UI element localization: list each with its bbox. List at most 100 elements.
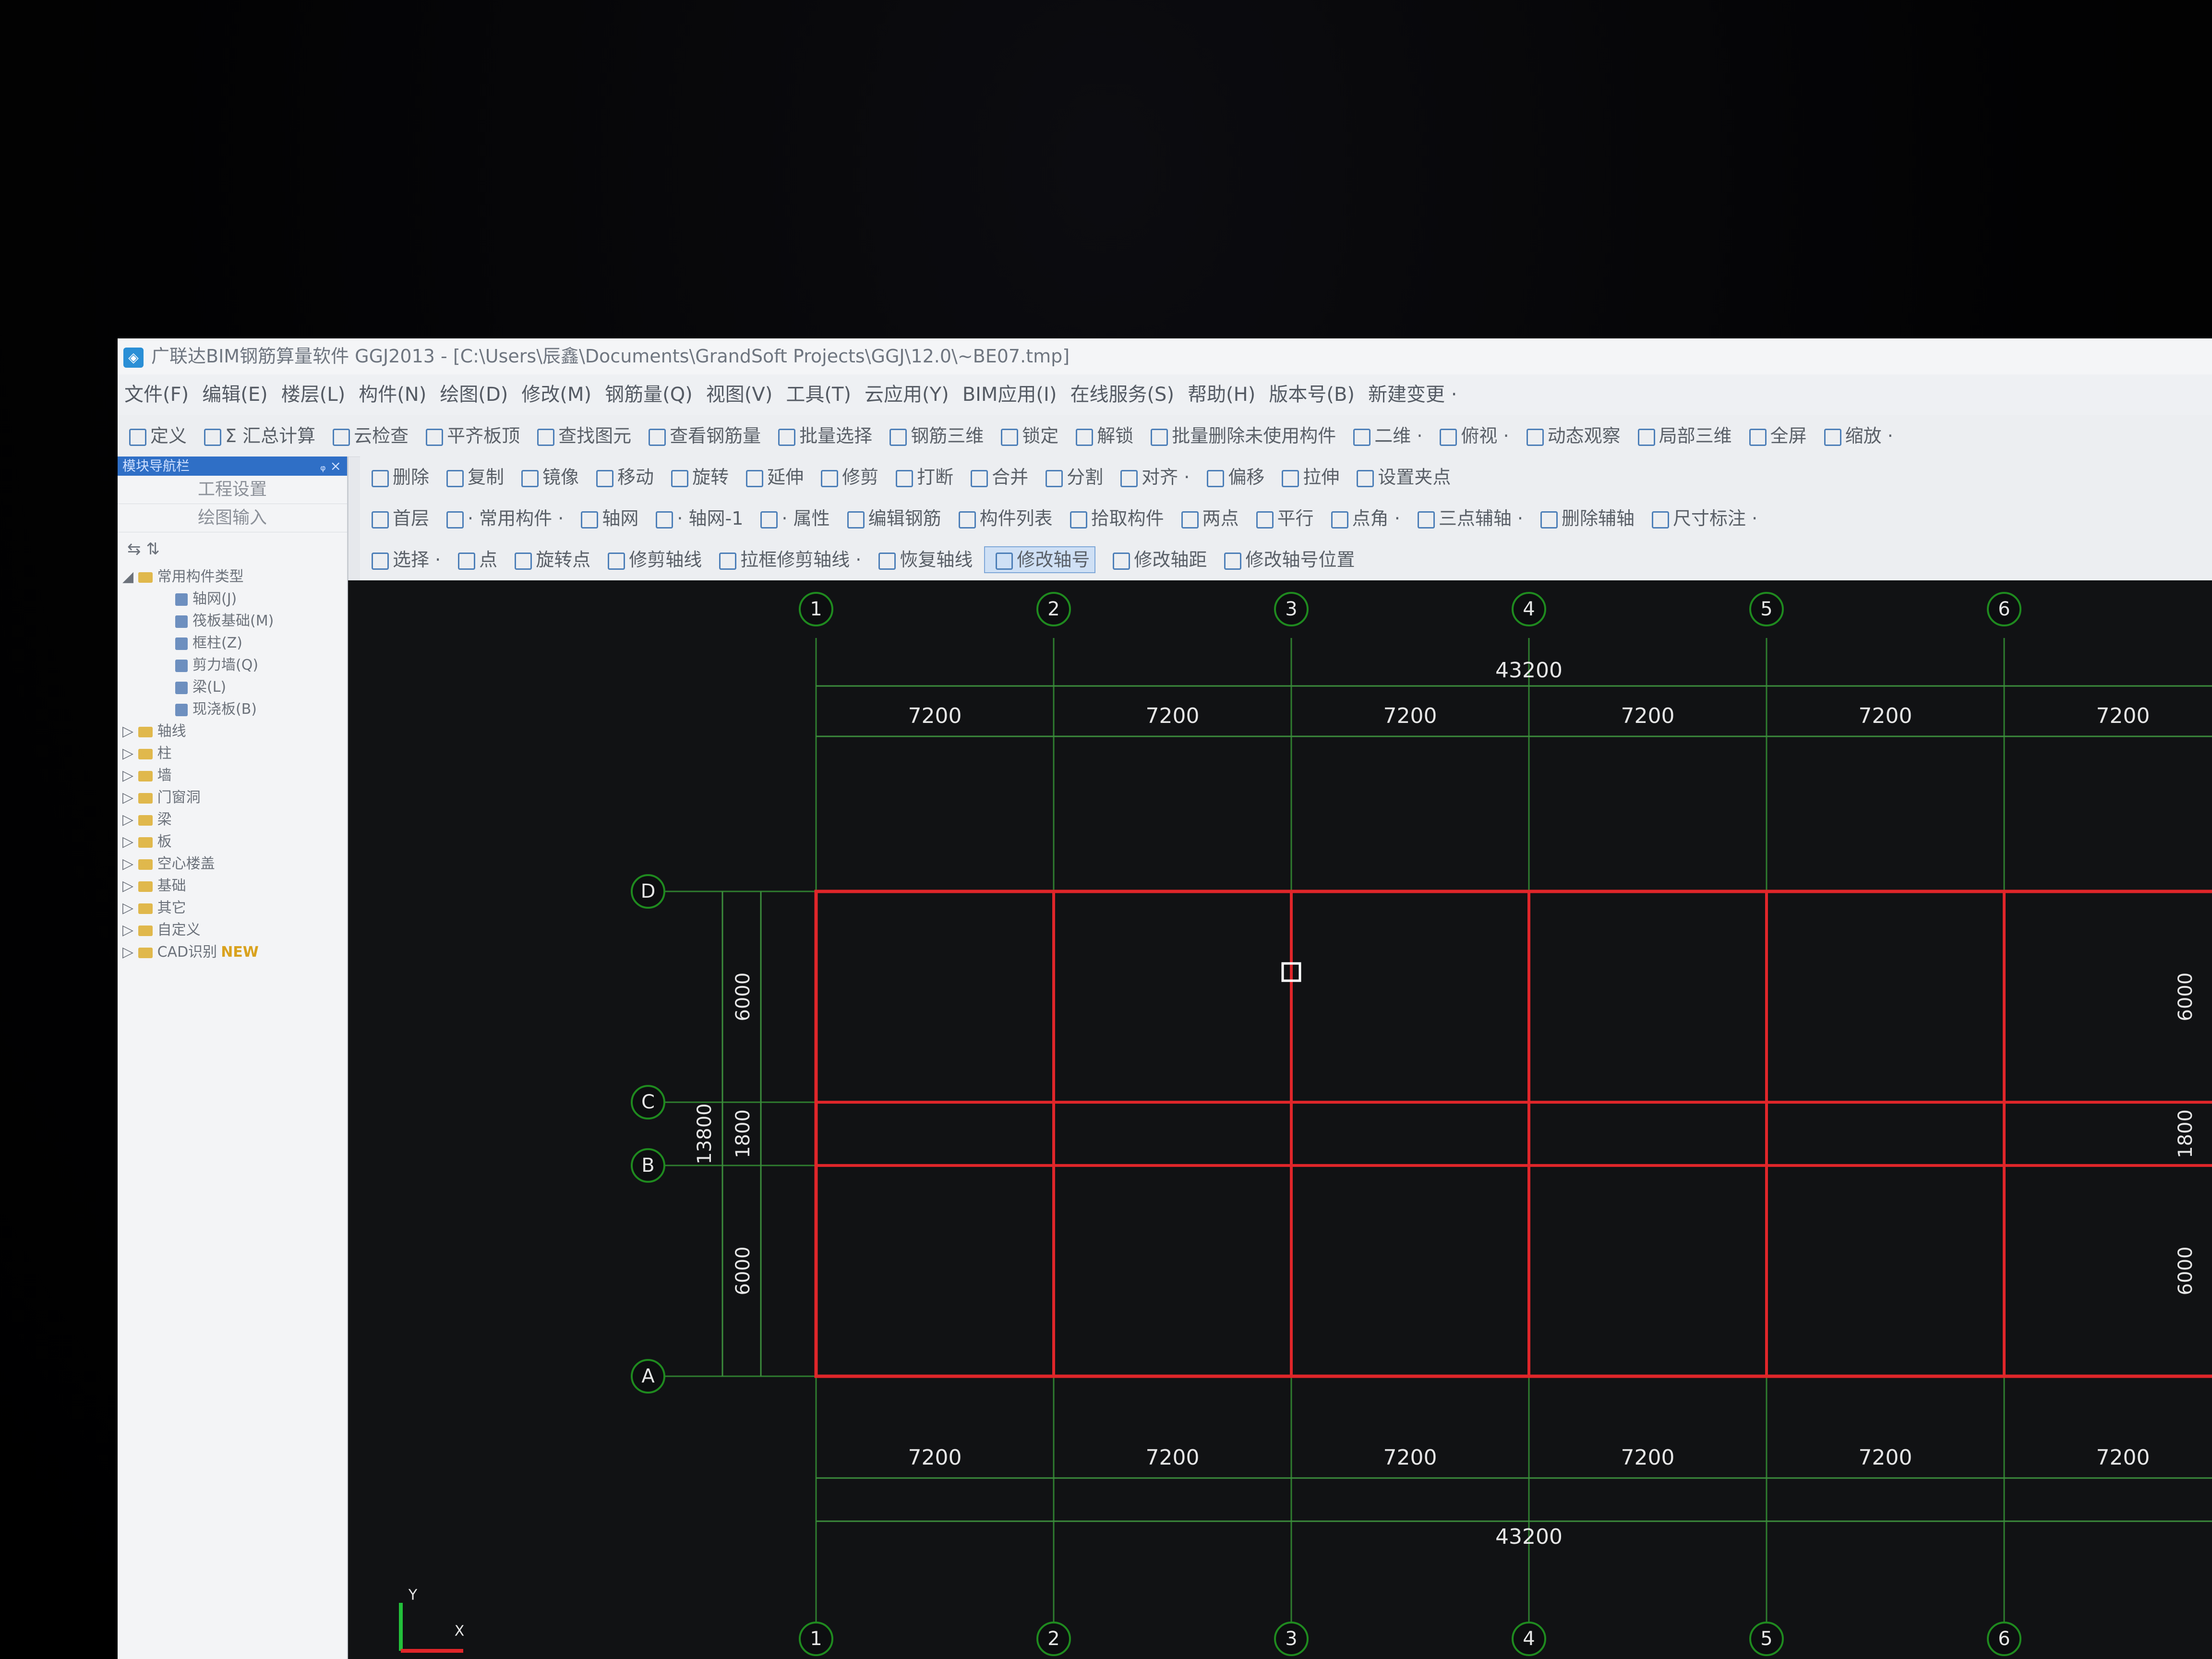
menu-item-11[interactable]: 在线服务(S) bbox=[1070, 384, 1174, 406]
toolbar1-button-9[interactable]: 解锁 bbox=[1070, 425, 1133, 446]
tree-item[interactable]: ▷ 自定义 bbox=[122, 919, 347, 941]
toolbar2-button-9[interactable]: 分割 bbox=[1040, 467, 1103, 488]
tree-item[interactable]: ▷ 门窗洞 bbox=[122, 787, 347, 809]
tree-item[interactable]: 剪力墙(Q) bbox=[122, 654, 347, 676]
tree-item[interactable]: 现浇板(B) bbox=[122, 698, 347, 721]
toolbar4-button-1[interactable]: 点 bbox=[452, 549, 497, 570]
toolbar3-button-2[interactable]: 轴网 bbox=[575, 508, 638, 529]
toolbar2-button-7[interactable]: 打断 bbox=[890, 467, 953, 488]
toolbar4-button-3[interactable]: 修剪轴线 bbox=[602, 549, 702, 570]
panel-pin-close[interactable]: ᵩ × bbox=[320, 457, 341, 476]
toolbar4-button-4[interactable]: 拉框修剪轴线 · bbox=[713, 549, 861, 570]
expand-arrow-icon[interactable]: ▷ bbox=[122, 811, 138, 828]
toolbar4-button-2[interactable]: 旋转点 bbox=[509, 549, 590, 570]
tree-item[interactable]: ▷ CAD识别 NEW bbox=[122, 941, 347, 963]
menu-item-4[interactable]: 绘图(D) bbox=[440, 384, 508, 406]
tree-item[interactable]: ▷ 柱 bbox=[122, 743, 347, 765]
toolbar1-button-3[interactable]: 平齐板顶 bbox=[420, 425, 520, 446]
expand-arrow-icon[interactable]: ▷ bbox=[122, 745, 138, 762]
nav-project-settings[interactable]: 工程设置 bbox=[118, 476, 347, 504]
menu-item-12[interactable]: 帮助(H) bbox=[1188, 384, 1255, 406]
expand-arrow-icon[interactable]: ▷ bbox=[122, 922, 138, 938]
expand-arrow-icon[interactable]: ▷ bbox=[122, 944, 138, 961]
nav-drawing-input[interactable]: 绘图输入 bbox=[118, 504, 347, 532]
expand-arrow-icon[interactable]: ▷ bbox=[122, 789, 138, 806]
tree-item[interactable]: ▷ 梁 bbox=[122, 809, 347, 831]
expand-arrow-icon[interactable]: ▷ bbox=[122, 767, 138, 784]
tree-item[interactable]: ◢ 常用构件类型 bbox=[122, 566, 347, 588]
toolbar2-button-5[interactable]: 延伸 bbox=[740, 467, 804, 488]
toolbar4-button-6[interactable]: 修改轴号 bbox=[984, 546, 1096, 573]
tree-item[interactable]: 筏板基础(M) bbox=[122, 610, 347, 632]
toolbar1-button-13[interactable]: 动态观察 bbox=[1521, 425, 1621, 446]
tree-item[interactable]: ▷ 空心楼盖 bbox=[122, 853, 347, 875]
menu-item-5[interactable]: 修改(M) bbox=[521, 384, 591, 406]
menu-item-13[interactable]: 版本号(B) bbox=[1269, 384, 1355, 406]
toolbar4-button-0[interactable]: 选择 · bbox=[366, 549, 441, 570]
toolbar2-button-2[interactable]: 镜像 bbox=[516, 467, 579, 488]
toolbar2-button-4[interactable]: 旋转 bbox=[665, 467, 729, 488]
tree-item[interactable]: 框柱(Z) bbox=[122, 632, 347, 654]
toolbar3-button-13[interactable]: 尺寸标注 · bbox=[1646, 508, 1757, 529]
toolbar1-button-12[interactable]: 俯视 · bbox=[1434, 425, 1509, 446]
toolbar1-button-16[interactable]: 缩放 · bbox=[1818, 425, 1893, 446]
expand-arrow-icon[interactable]: ▷ bbox=[122, 878, 138, 894]
tree-item[interactable]: ▷ 基础 bbox=[122, 875, 347, 897]
toolbar1-button-5[interactable]: 查看钢筋量 bbox=[643, 425, 761, 446]
tree-item[interactable]: ▷ 墙 bbox=[122, 765, 347, 787]
toolbar3-button-5[interactable]: 编辑钢筋 bbox=[842, 508, 941, 529]
tree-item[interactable]: ▷ 板 bbox=[122, 831, 347, 853]
toolbar1-button-8[interactable]: 锁定 bbox=[995, 425, 1058, 446]
expand-arrow-icon[interactable]: ▷ bbox=[122, 900, 138, 916]
menu-item-3[interactable]: 构件(N) bbox=[359, 384, 426, 406]
toolbar1-button-2[interactable]: 云检查 bbox=[327, 425, 409, 446]
menu-item-6[interactable]: 钢筋量(Q) bbox=[605, 384, 693, 406]
toolbar2-button-1[interactable]: 复制 bbox=[441, 467, 504, 488]
tree-item[interactable]: 轴网(J) bbox=[122, 588, 347, 610]
toolbar1-button-1[interactable]: Σ 汇总计算 bbox=[198, 425, 315, 446]
panel-tools[interactable]: ⇆ ⇅ bbox=[118, 532, 347, 566]
menu-item-14[interactable]: 新建变更 · bbox=[1368, 384, 1457, 406]
toolbar1-button-14[interactable]: 局部三维 bbox=[1632, 425, 1732, 446]
toolbar3-button-7[interactable]: 拾取构件 bbox=[1064, 508, 1164, 529]
menu-item-1[interactable]: 编辑(E) bbox=[202, 384, 267, 406]
toolbar1-button-4[interactable]: 查找图元 bbox=[531, 425, 631, 446]
tree-item[interactable]: 梁(L) bbox=[122, 676, 347, 698]
drawing-canvas[interactable]: 43200 7200 7200 7200 7200 7200 7200 7200 7200 720… bbox=[348, 580, 2212, 1659]
tree-item[interactable]: ▷ 其它 bbox=[122, 897, 347, 919]
toolbar2-button-3[interactable]: 移动 bbox=[590, 467, 654, 488]
toolbar1-button-11[interactable]: 二维 · bbox=[1347, 425, 1422, 446]
toolbar3-button-0[interactable]: 首层 bbox=[366, 508, 429, 529]
toolbar3-button-1[interactable]: · 常用构件 · bbox=[441, 508, 564, 529]
toolbar1-button-15[interactable]: 全屏 bbox=[1743, 425, 1807, 446]
toolbar2-button-10[interactable]: 对齐 · bbox=[1115, 467, 1190, 488]
toolbar2-button-0[interactable]: 删除 bbox=[366, 467, 429, 488]
toolbar4-button-5[interactable]: 恢复轴线 bbox=[873, 549, 973, 570]
toolbar3-button-6[interactable]: 构件列表 bbox=[953, 508, 1053, 529]
toolbar1-button-0[interactable]: 定义 bbox=[123, 425, 187, 446]
toolbar3-button-12[interactable]: 删除辅轴 bbox=[1535, 508, 1635, 529]
toolbar3-button-8[interactable]: 两点 bbox=[1176, 508, 1239, 529]
toolbar2-button-11[interactable]: 偏移 bbox=[1201, 467, 1264, 488]
toolbar3-button-3[interactable]: · 轴网-1 bbox=[650, 508, 743, 529]
tree-item[interactable]: ▷ 轴线 bbox=[122, 721, 347, 743]
expand-arrow-icon[interactable]: ▷ bbox=[122, 833, 138, 850]
toolbar3-button-10[interactable]: 点角 · bbox=[1325, 508, 1400, 529]
toolbar4-button-7[interactable]: 修改轴距 bbox=[1107, 549, 1207, 570]
menu-item-9[interactable]: 云应用(Y) bbox=[865, 384, 949, 406]
toolbar1-button-10[interactable]: 批量删除未使用构件 bbox=[1145, 425, 1336, 446]
expand-arrow-icon[interactable]: ◢ bbox=[122, 568, 138, 585]
toolbar3-button-9[interactable]: 平行 bbox=[1250, 508, 1314, 529]
toolbar3-button-4[interactable]: · 属性 bbox=[755, 508, 830, 529]
menu-item-7[interactable]: 视图(V) bbox=[706, 384, 773, 406]
menu-item-8[interactable]: 工具(T) bbox=[786, 384, 851, 406]
menu-item-0[interactable]: 文件(F) bbox=[124, 384, 189, 406]
toolbar1-button-7[interactable]: 钢筋三维 bbox=[884, 425, 984, 446]
toolbar2-button-13[interactable]: 设置夹点 bbox=[1351, 467, 1451, 488]
menu-item-2[interactable]: 楼层(L) bbox=[281, 384, 346, 406]
toolbar3-button-11[interactable]: 三点辅轴 · bbox=[1412, 508, 1523, 529]
toolbar4-button-8[interactable]: 修改轴号位置 bbox=[1218, 549, 1355, 570]
toolbar2-button-6[interactable]: 修剪 bbox=[815, 467, 878, 488]
expand-arrow-icon[interactable]: ▷ bbox=[122, 723, 138, 740]
toolbar2-button-12[interactable]: 拉伸 bbox=[1276, 467, 1339, 488]
